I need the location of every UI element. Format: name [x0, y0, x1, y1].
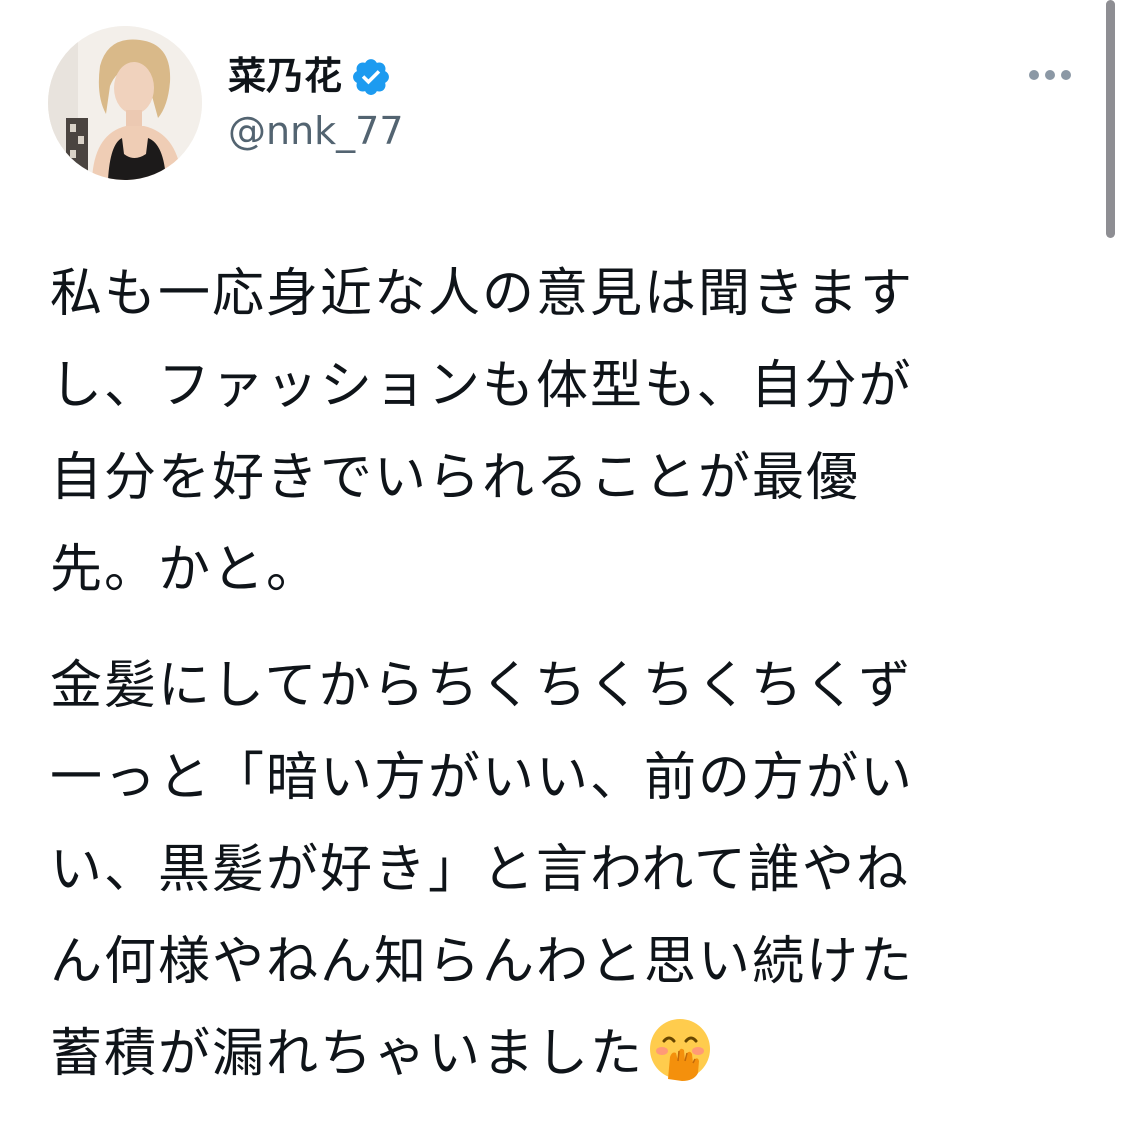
tweet-line: 先。かと。: [50, 540, 321, 600]
tweet-line: ん何様やねん知らんわと思い続けた: [50, 932, 915, 992]
face-with-hand-over-mouth-emoji: [648, 1017, 712, 1081]
tweet-detail-view: 菜乃花 @nnk_77 私も一応身近な人の意見は聞きます し、ファッションも体型…: [0, 0, 1125, 1134]
scrollbar-thumb[interactable]: [1106, 0, 1115, 238]
tweet-paragraph-1: 私も一応身近な人の意見は聞きます し、ファッションも体型も、自分が 自分を好きで…: [50, 248, 1050, 616]
avatar[interactable]: [48, 26, 202, 180]
tweet-text: 私も一応身近な人の意見は聞きます し、ファッションも体型も、自分が 自分を好きで…: [50, 248, 1050, 1100]
more-options-button[interactable]: [1024, 58, 1076, 92]
author-handle[interactable]: @nnk_77: [228, 104, 404, 158]
tweet-line: し、ファッションも体型も、自分が: [50, 356, 913, 416]
author-display-name-row[interactable]: 菜乃花: [228, 46, 392, 106]
tweet-line: 私も一応身近な人の意見は聞きます: [50, 264, 915, 324]
tweet-line: 自分を好きでいられることが最優: [50, 448, 861, 508]
tweet-paragraph-2: 金髪にしてからちくちくちくちくず 一っと「暗い方がいい、前の方がい い、黒髪が好…: [50, 640, 1050, 1100]
tweet-last-line: 蓄積が漏れちゃいました: [50, 1008, 1050, 1100]
verified-badge-icon: [350, 55, 392, 97]
more-dots-icon: [1029, 70, 1071, 80]
avatar-photo: [48, 26, 202, 180]
tweet-line-text: 蓄積が漏れちゃいました: [50, 1024, 645, 1084]
tweet-line: い、黒髪が好き」と言われて誰やね: [50, 840, 910, 900]
tweet-line: 金髪にしてからちくちくちくちくず: [50, 656, 913, 716]
tweet-line: 一っと「暗い方がいい、前の方がい: [50, 748, 915, 808]
author-display-name[interactable]: 菜乃花: [228, 46, 342, 106]
